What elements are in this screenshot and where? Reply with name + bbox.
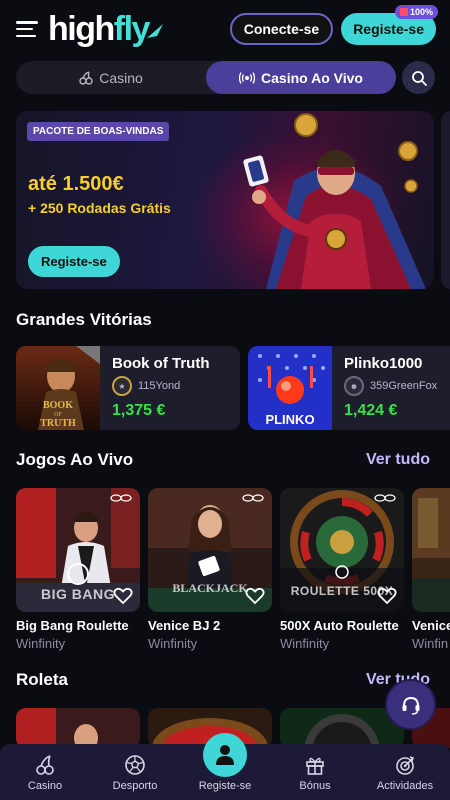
win-username: 115Yond xyxy=(138,380,181,392)
roulette-game-art xyxy=(16,708,140,748)
game-card[interactable]: Venice Winfin xyxy=(412,488,450,651)
game-card[interactable]: ROULETTE 500X 500X Auto Roulette Winfini… xyxy=(280,488,404,651)
win-game-name: Book of Truth xyxy=(112,355,210,372)
soccer-ball-icon xyxy=(125,755,145,775)
roulette-game-art xyxy=(280,708,404,748)
book-of-truth-thumbnail: BOOK OF TRUTH xyxy=(16,346,100,430)
game-thumbnail: ROULETTE 500X xyxy=(280,488,404,612)
svg-text:BOOK: BOOK xyxy=(43,400,73,411)
nav-activities-label: Actividades xyxy=(376,780,434,792)
big-win-card[interactable]: BOOK OF TRUTH Book of Truth ★ 115Yond 1,… xyxy=(16,346,240,430)
welcome-package-tag: PACOTE DE BOAS-VINDAS xyxy=(27,122,170,141)
nav-bonus[interactable]: Bónus xyxy=(270,744,360,800)
game-thumbnail: BLACKJACK xyxy=(148,488,272,612)
target-icon xyxy=(396,756,415,775)
big-wins-title: Grandes Vitórias xyxy=(16,310,152,329)
register-fab[interactable] xyxy=(203,733,247,777)
login-button[interactable]: Conecte-se xyxy=(229,13,334,45)
next-banner-peek[interactable] xyxy=(441,111,450,289)
win-game-name: Plinko1000 xyxy=(344,355,423,372)
gift-icon xyxy=(306,757,324,775)
svg-text:PLINKO: PLINKO xyxy=(265,412,314,427)
cherries-icon xyxy=(36,755,54,775)
game-thumbnail xyxy=(280,708,404,748)
game-card[interactable] xyxy=(280,708,404,748)
gift-icon xyxy=(399,8,408,16)
nav-bonus-label: Bónus xyxy=(299,780,331,792)
live-indicator-icon xyxy=(242,494,264,502)
game-name: Venice BJ 2 xyxy=(148,618,221,633)
bonus-badge: 100% xyxy=(394,5,438,19)
logo-text-high: high xyxy=(48,9,115,48)
tab-casino[interactable]: Casino xyxy=(16,61,206,94)
live-indicator-icon xyxy=(110,494,132,502)
win-amount: 1,375 € xyxy=(112,402,166,419)
live-indicator-icon xyxy=(374,494,396,502)
search-icon xyxy=(411,70,427,86)
big-win-card[interactable]: PLINKO Plinko1000 ☻ 359GreenFox 1,424 € xyxy=(248,346,450,430)
live-broadcast-icon xyxy=(239,71,256,84)
svg-text:TRUTH: TRUTH xyxy=(40,418,76,429)
win-user: ☻ 359GreenFox xyxy=(344,376,437,396)
nav-register-label: Registe-se xyxy=(198,780,252,792)
game-card[interactable]: BIG BANG Big Bang Roulette Winfinity xyxy=(16,488,140,651)
headset-icon xyxy=(402,696,419,715)
logo-swoosh-icon xyxy=(146,23,163,38)
top-header: high fly Conecte-se Registe-se 100% xyxy=(0,0,450,58)
nav-casino[interactable]: Casino xyxy=(0,744,90,800)
game-provider: Winfinity xyxy=(16,636,66,651)
game-name: Venice xyxy=(412,618,450,633)
support-chat-button[interactable] xyxy=(387,681,434,728)
win-amount: 1,424 € xyxy=(344,402,398,419)
live-games-see-all-link[interactable]: Ver tudo xyxy=(366,451,430,469)
game-card[interactable]: BLACKJACK Venice BJ 2 Winfinity xyxy=(148,488,272,651)
nav-activities[interactable]: Actividades xyxy=(360,744,450,800)
game-provider: Winfinity xyxy=(280,636,330,651)
banner-register-button[interactable]: Registe-se xyxy=(28,246,120,277)
svg-text:BLACKJACK: BLACKJACK xyxy=(172,581,248,595)
game-provider: Winfin xyxy=(412,636,449,651)
nav-casino-label: Casino xyxy=(27,780,63,792)
heart-icon[interactable] xyxy=(113,587,133,605)
nav-sports-label: Desporto xyxy=(112,780,158,792)
hamburger-menu-icon[interactable] xyxy=(16,21,38,37)
bonus-badge-text: 100% xyxy=(409,7,433,17)
welcome-banner[interactable]: PACOTE DE BOAS-VINDAS até 1.500€ + 250 R… xyxy=(16,111,434,289)
logo-text-fly: fly xyxy=(113,9,151,48)
game-thumbnail xyxy=(16,708,140,748)
win-user: ★ 115Yond xyxy=(112,376,180,396)
tab-live-casino-label: Casino Ao Vivo xyxy=(261,69,363,86)
bonus-amount: até 1.500€ xyxy=(28,173,124,195)
heart-icon[interactable] xyxy=(245,587,265,605)
game-provider: Winfinity xyxy=(148,636,198,651)
roulette-section-title: Roleta xyxy=(16,670,68,689)
nav-sports[interactable]: Desporto xyxy=(90,744,180,800)
register-button-label: Registe-se xyxy=(353,21,424,37)
game-thumbnail xyxy=(412,488,450,612)
live-games-title: Jogos Ao Vivo xyxy=(16,450,134,469)
game-thumbnail: BIG BANG xyxy=(16,488,140,612)
venice-art xyxy=(412,488,450,612)
avatar: ★ xyxy=(112,376,132,396)
highfly-logo[interactable]: high fly xyxy=(48,10,165,49)
tab-live-casino[interactable]: Casino Ao Vivo xyxy=(206,61,396,94)
avatar: ☻ xyxy=(344,376,364,396)
game-name: 500X Auto Roulette xyxy=(280,618,399,633)
plinko-thumbnail: PLINKO xyxy=(248,346,332,430)
search-button[interactable] xyxy=(402,61,435,94)
game-name: Big Bang Roulette xyxy=(16,618,129,633)
casino-tabs: Casino Casino Ao Vivo xyxy=(16,61,396,94)
game-card[interactable] xyxy=(16,708,140,748)
register-button[interactable]: Registe-se 100% xyxy=(341,5,438,45)
win-username: 359GreenFox xyxy=(370,380,438,392)
user-icon xyxy=(216,745,234,765)
cherries-icon xyxy=(79,70,93,85)
free-spins-text: + 250 Rodadas Grátis xyxy=(28,200,171,216)
heart-icon[interactable] xyxy=(377,587,397,605)
tab-casino-label: Casino xyxy=(99,69,143,86)
